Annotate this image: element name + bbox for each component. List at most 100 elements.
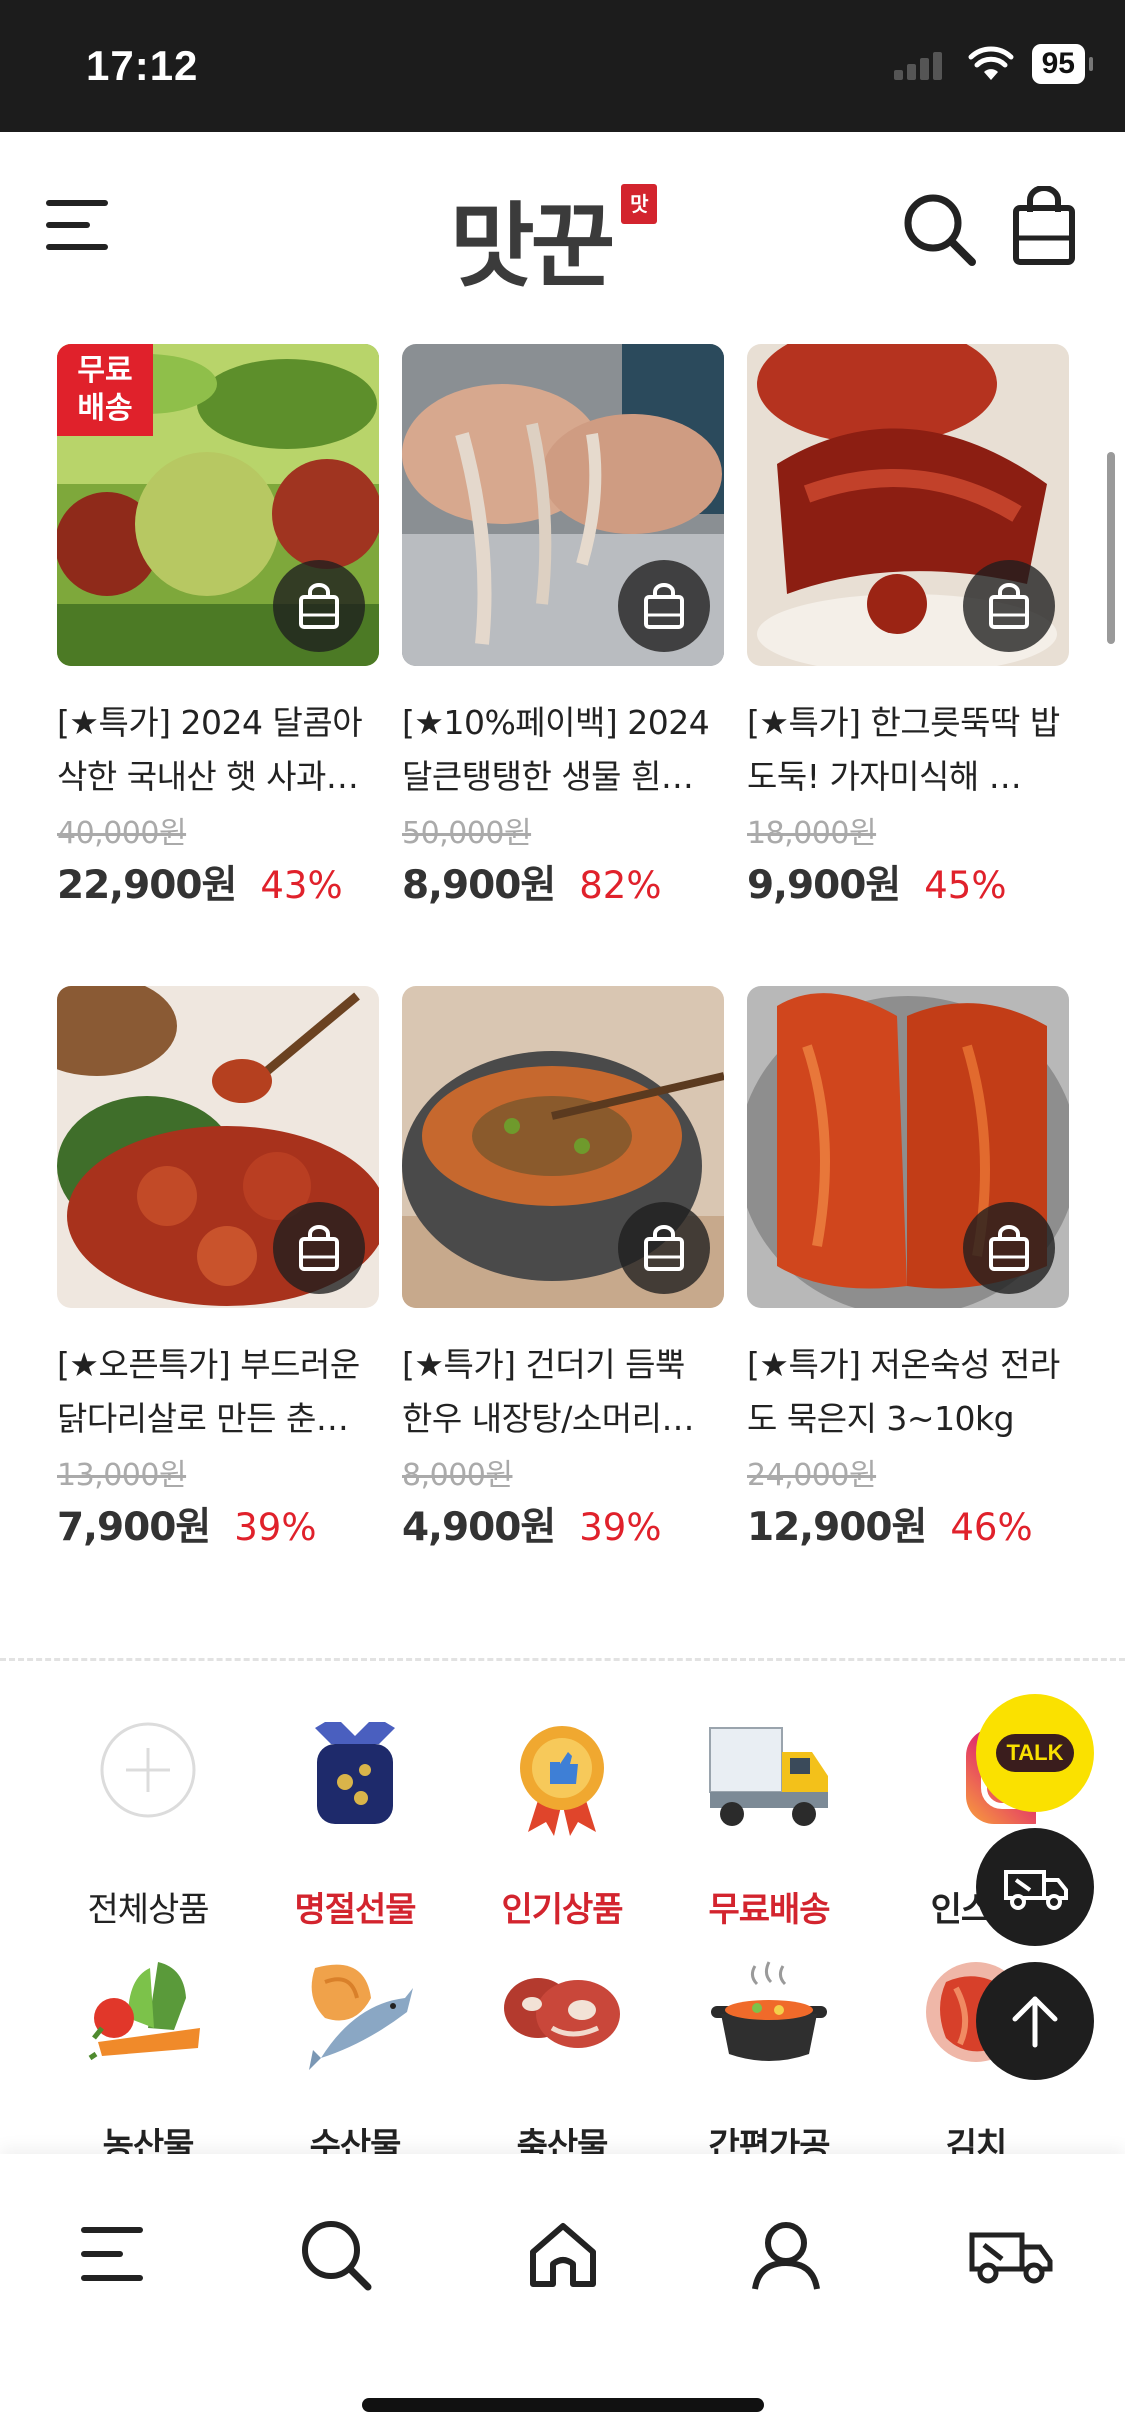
shopping-bag-icon: [989, 583, 1029, 629]
pot-icon: [711, 1961, 827, 2061]
product-image[interactable]: 무료 배송: [57, 344, 379, 666]
original-price: 13,000원: [57, 1458, 187, 1493]
scroll-indicator: [1107, 452, 1115, 644]
product-card[interactable]: [★특가] 저온숙성 전라도 묵은지 3~10kg 24,000원 12,900…: [747, 986, 1069, 1552]
app-header: 맛꾼 맛: [0, 132, 1125, 318]
gift-bag-icon: [315, 1716, 395, 1824]
sale-price: 4,900원: [402, 1505, 556, 1550]
nav-delivery[interactable]: [966, 2210, 1056, 2300]
shopping-bag-icon: [299, 1225, 339, 1271]
original-price: 18,000원: [747, 816, 877, 851]
category-label: 무료배송: [708, 1890, 830, 1930]
search-icon: [302, 2221, 372, 2291]
product-card[interactable]: [★10%페이백] 2024 달큰탱탱한 생물 흰… 50,000원 8,900…: [402, 344, 724, 910]
product-name[interactable]: [★특가] 한그릇뚝딱 밥도둑! 가자미식해 …: [747, 696, 1069, 804]
shopping-bag-icon: [644, 583, 684, 629]
category-meat[interactable]: 축산물: [462, 1958, 662, 2167]
product-image[interactable]: [57, 986, 379, 1308]
sale-price: 12,900원: [747, 1505, 927, 1550]
cellular-signal-icon: [893, 48, 950, 80]
product-name[interactable]: [★특가] 건더기 듬뿍 한우 내장탕/소머리…: [402, 1338, 724, 1446]
product-card[interactable]: [★특가] 한그릇뚝딱 밥도둑! 가자미식해 … 18,000원 9,900원 …: [747, 344, 1069, 910]
bottom-navigation: [0, 2154, 1125, 2436]
add-to-cart-button[interactable]: [618, 1202, 710, 1294]
product-name[interactable]: [★특가] 2024 달콤아삭한 국내산 햇 사과…: [57, 696, 379, 804]
category-popular[interactable]: 인기상품: [462, 1722, 662, 1931]
talk-label: TALK: [996, 1734, 1074, 1772]
add-to-cart-button[interactable]: [963, 560, 1055, 652]
category-produce[interactable]: 농산물: [48, 1958, 248, 2167]
add-to-cart-button[interactable]: [618, 560, 710, 652]
arrow-up-icon: [1012, 1996, 1058, 2048]
delivery-truck-icon: [1004, 1870, 1068, 1910]
original-price: 8,000원: [402, 1458, 513, 1493]
product-image[interactable]: [747, 986, 1069, 1308]
product-name[interactable]: [★10%페이백] 2024 달큰탱탱한 생물 흰…: [402, 696, 724, 804]
status-bar: 17:12 95: [0, 0, 1125, 132]
product-image[interactable]: [402, 344, 724, 666]
user-icon: [752, 2222, 820, 2290]
menu-icon: [81, 2227, 143, 2281]
nav-menu[interactable]: [67, 2210, 157, 2300]
original-price: 24,000원: [747, 1458, 877, 1493]
original-price: 50,000원: [402, 816, 532, 851]
sale-price: 7,900원: [57, 1505, 211, 1550]
delivery-tracking-button[interactable]: [976, 1828, 1094, 1946]
menu-icon[interactable]: [44, 192, 110, 258]
category-label: 전체상품: [87, 1890, 209, 1930]
sale-price: 9,900원: [747, 863, 901, 908]
home-icon: [530, 2223, 596, 2287]
section-divider: [0, 1658, 1125, 1661]
discount-rate: 46%: [950, 1506, 1033, 1549]
product-name[interactable]: [★특가] 저온숙성 전라도 묵은지 3~10kg: [747, 1338, 1069, 1446]
product-card[interactable]: [★오픈특가] 부드러운 닭다리살로 만든 춘… 13,000원 7,900원 …: [57, 986, 379, 1552]
sale-price: 22,900원: [57, 863, 237, 908]
sale-price: 8,900원: [402, 863, 556, 908]
add-to-cart-button[interactable]: [273, 560, 365, 652]
product-image[interactable]: [402, 986, 724, 1308]
search-icon[interactable]: [900, 190, 978, 268]
logo-seal: 맛: [621, 184, 658, 224]
shopping-bag-icon[interactable]: [1010, 186, 1078, 266]
category-all-products[interactable]: 전체상품: [48, 1722, 248, 1931]
home-indicator: [362, 2398, 764, 2412]
category-free-shipping[interactable]: 무료배송: [669, 1722, 869, 1931]
product-card[interactable]: 무료 배송 [★특가] 2024 달콤아삭한 국내산 햇 사과… 40,000원 …: [57, 344, 379, 910]
category-seafood[interactable]: 수산물: [255, 1958, 455, 2167]
discount-rate: 82%: [579, 864, 662, 907]
status-time: 17:12: [86, 42, 199, 89]
category-holiday-gifts[interactable]: 명절선물: [255, 1716, 455, 1931]
discount-rate: 39%: [234, 1506, 317, 1549]
truck-icon: [709, 1727, 828, 1826]
category-label: 인기상품: [501, 1890, 623, 1930]
nav-my-page[interactable]: [741, 2210, 831, 2300]
nav-search[interactable]: [291, 2210, 381, 2300]
battery-indicator: 95: [1031, 44, 1094, 84]
kakao-talk-button[interactable]: TALK: [976, 1694, 1094, 1812]
wifi-icon: [968, 46, 1014, 80]
product-name[interactable]: [★오픈특가] 부드러운 닭다리살로 만든 춘…: [57, 1338, 379, 1446]
vegetables-icon: [88, 1962, 200, 2061]
discount-rate: 39%: [579, 1506, 662, 1549]
thumbs-up-medal-icon: [520, 1726, 604, 1836]
shopping-bag-icon: [989, 1225, 1029, 1271]
free-shipping-badge: 무료 배송: [57, 344, 153, 436]
shopping-bag-icon: [299, 583, 339, 629]
nav-home[interactable]: [518, 2210, 608, 2300]
product-card[interactable]: [★특가] 건더기 듬뿍 한우 내장탕/소머리… 8,000원 4,900원 3…: [402, 986, 724, 1552]
discount-rate: 45%: [924, 864, 1007, 907]
add-to-cart-button[interactable]: [963, 1202, 1055, 1294]
category-label: 명절선물: [294, 1890, 416, 1930]
category-convenience-food[interactable]: 간편가공: [669, 1958, 869, 2167]
discount-rate: 43%: [260, 864, 343, 907]
brand-logo[interactable]: 맛꾼 맛: [450, 172, 658, 300]
logo-text: 맛꾼: [450, 193, 615, 300]
delivery-truck-icon: [969, 2232, 1053, 2284]
original-price: 40,000원: [57, 816, 187, 851]
scroll-to-top-button[interactable]: [976, 1962, 1094, 2080]
shopping-bag-icon: [644, 1225, 684, 1271]
seafood-icon: [309, 1964, 413, 2070]
product-image[interactable]: [747, 344, 1069, 666]
add-to-cart-button[interactable]: [273, 1202, 365, 1294]
meat-icon: [504, 1978, 620, 2048]
